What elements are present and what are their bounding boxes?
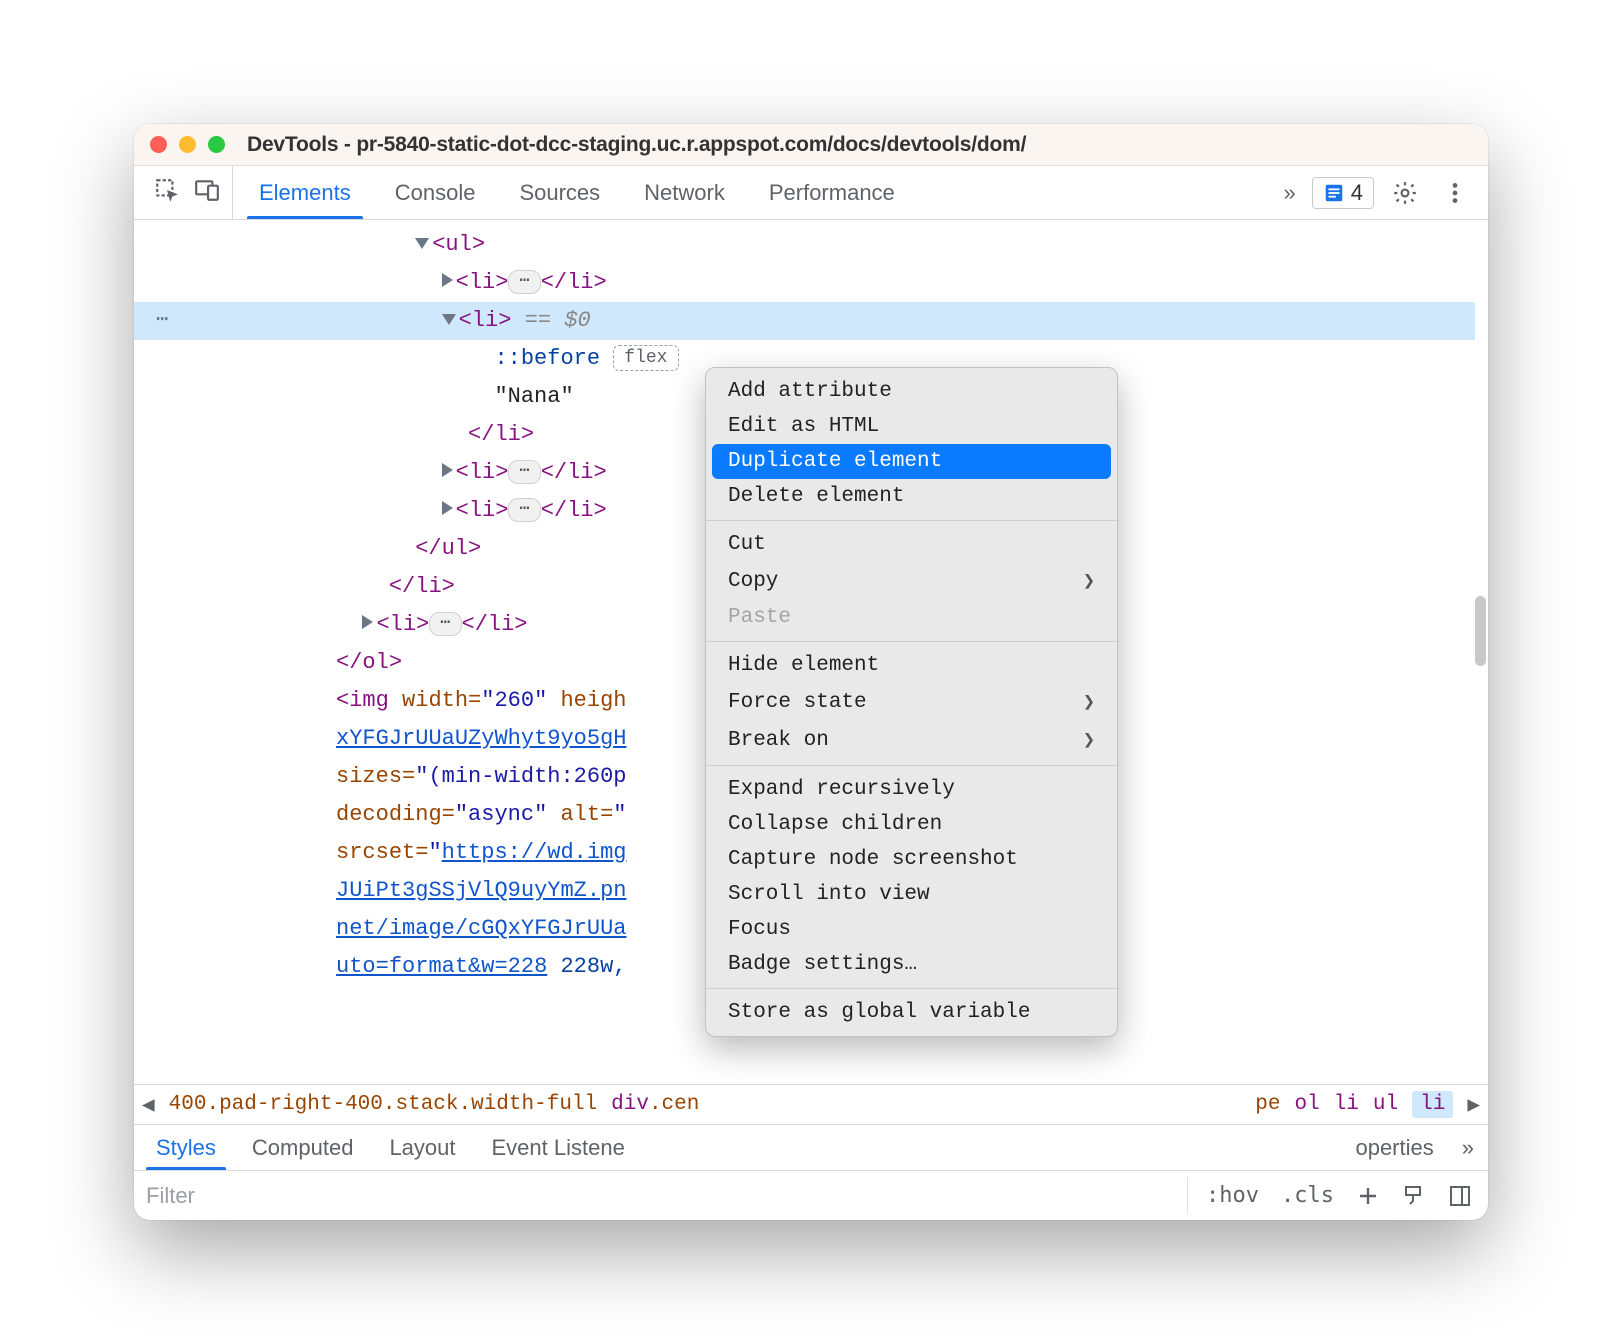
menu-focus[interactable]: Focus	[706, 912, 1117, 947]
tab-console[interactable]: Console	[373, 166, 498, 219]
menu-force-state[interactable]: Force state❯	[706, 683, 1117, 721]
menu-delete-element[interactable]: Delete element	[706, 479, 1117, 514]
hov-toggle[interactable]: :hov	[1200, 1183, 1265, 1208]
minimize-window-icon[interactable]	[179, 136, 196, 153]
breadcrumb-seg[interactable]: ul	[1373, 1093, 1398, 1116]
selected-eq0: == $0	[511, 308, 590, 333]
more-tabs-icon[interactable]: »	[1280, 180, 1300, 206]
menu-add-attribute[interactable]: Add attribute	[706, 374, 1117, 409]
menu-badge-settings[interactable]: Badge settings…	[706, 947, 1117, 982]
breadcrumb-scroll-left-icon[interactable]: ◀	[142, 1092, 155, 1118]
format-icon[interactable]	[1396, 1184, 1432, 1208]
subtab-computed[interactable]: Computed	[234, 1125, 372, 1170]
tab-elements[interactable]: Elements	[237, 166, 373, 219]
tab-performance[interactable]: Performance	[747, 166, 917, 219]
breadcrumb-seg[interactable]: ol	[1294, 1093, 1319, 1116]
chevron-right-icon: ❯	[1083, 568, 1095, 594]
more-subtabs-icon[interactable]: »	[1452, 1125, 1484, 1170]
context-menu: Add attribute Edit as HTML Duplicate ele…	[705, 367, 1118, 1037]
menu-paste: Paste	[706, 600, 1117, 635]
expand-toggle-icon[interactable]	[442, 463, 453, 477]
subtab-layout[interactable]: Layout	[371, 1125, 473, 1170]
traffic-lights	[150, 136, 225, 153]
menu-expand-recursively[interactable]: Expand recursively	[706, 772, 1117, 807]
menu-edit-as-html[interactable]: Edit as HTML	[706, 409, 1117, 444]
breadcrumb-scroll-right-icon[interactable]: ▶	[1467, 1092, 1480, 1118]
subtab-properties[interactable]: operties	[1337, 1125, 1451, 1170]
tab-sources[interactable]: Sources	[497, 166, 622, 219]
devtools-window: DevTools - pr-5840-static-dot-dcc-stagin…	[134, 124, 1488, 1220]
subtab-styles[interactable]: Styles	[138, 1125, 234, 1170]
menu-hide-element[interactable]: Hide element	[706, 648, 1117, 683]
menu-capture-screenshot[interactable]: Capture node screenshot	[706, 842, 1117, 877]
expand-toggle-icon[interactable]	[442, 501, 453, 515]
styles-subtabs: Styles Computed Layout Event Listene ope…	[134, 1124, 1488, 1170]
breadcrumb-seg-selected[interactable]: li	[1412, 1091, 1453, 1118]
breadcrumb-seg[interactable]: li	[1334, 1093, 1359, 1116]
kebab-menu-icon[interactable]	[1436, 180, 1474, 206]
menu-break-on[interactable]: Break on❯	[706, 721, 1117, 759]
tab-network[interactable]: Network	[622, 166, 747, 219]
panel-tabs: Elements Console Sources Network Perform…	[237, 166, 1274, 219]
titlebar: DevTools - pr-5840-static-dot-dcc-stagin…	[134, 124, 1488, 166]
subtab-event-listeners[interactable]: Event Listene	[474, 1125, 643, 1170]
expand-toggle-icon[interactable]	[362, 615, 373, 629]
breadcrumb-seg[interactable]: 400.pad-right-400.stack.width-full	[169, 1093, 597, 1116]
menu-store-as-global[interactable]: Store as global variable	[706, 995, 1117, 1030]
maximize-window-icon[interactable]	[208, 136, 225, 153]
expand-toggle-icon[interactable]	[442, 273, 453, 287]
dom-breadcrumb[interactable]: ◀ 400.pad-right-400.stack.width-full div…	[134, 1084, 1488, 1124]
computed-sidebar-icon[interactable]	[1442, 1184, 1478, 1208]
flex-badge[interactable]: flex	[613, 345, 678, 371]
dom-row[interactable]: <li>⋯</li>	[204, 264, 1488, 302]
menu-cut[interactable]: Cut	[706, 527, 1117, 562]
elements-tree[interactable]: ⋯ <ul> <li>⋯</li> <li> == $0 ::before fl…	[134, 220, 1488, 1084]
dom-row[interactable]: <ul>	[204, 226, 1488, 264]
dom-row-selected[interactable]: <li> == $0	[204, 302, 1488, 340]
chevron-right-icon: ❯	[1083, 727, 1095, 753]
cls-toggle[interactable]: .cls	[1275, 1183, 1340, 1208]
inspect-icon[interactable]	[154, 177, 180, 208]
window-title: DevTools - pr-5840-static-dot-dcc-stagin…	[247, 133, 1026, 157]
settings-icon[interactable]	[1386, 180, 1424, 206]
styles-filter-input[interactable]	[144, 1179, 1175, 1213]
device-toggle-icon[interactable]	[194, 177, 220, 208]
breadcrumb-seg[interactable]: div.cen	[611, 1093, 699, 1116]
menu-scroll-into-view[interactable]: Scroll into view	[706, 877, 1117, 912]
menu-collapse-children[interactable]: Collapse children	[706, 807, 1117, 842]
breadcrumb-seg[interactable]: pe	[1255, 1093, 1280, 1116]
menu-copy[interactable]: Copy❯	[706, 562, 1117, 600]
expand-toggle-icon[interactable]	[415, 238, 429, 249]
main-toolbar: Elements Console Sources Network Perform…	[134, 166, 1488, 220]
issues-chip[interactable]: 4	[1312, 177, 1374, 209]
expand-toggle-icon[interactable]	[442, 314, 456, 325]
close-window-icon[interactable]	[150, 136, 167, 153]
styles-filter-bar: :hov .cls	[134, 1170, 1488, 1220]
chevron-right-icon: ❯	[1083, 689, 1095, 715]
menu-duplicate-element[interactable]: Duplicate element	[712, 444, 1111, 479]
new-style-rule-icon[interactable]	[1350, 1184, 1386, 1208]
